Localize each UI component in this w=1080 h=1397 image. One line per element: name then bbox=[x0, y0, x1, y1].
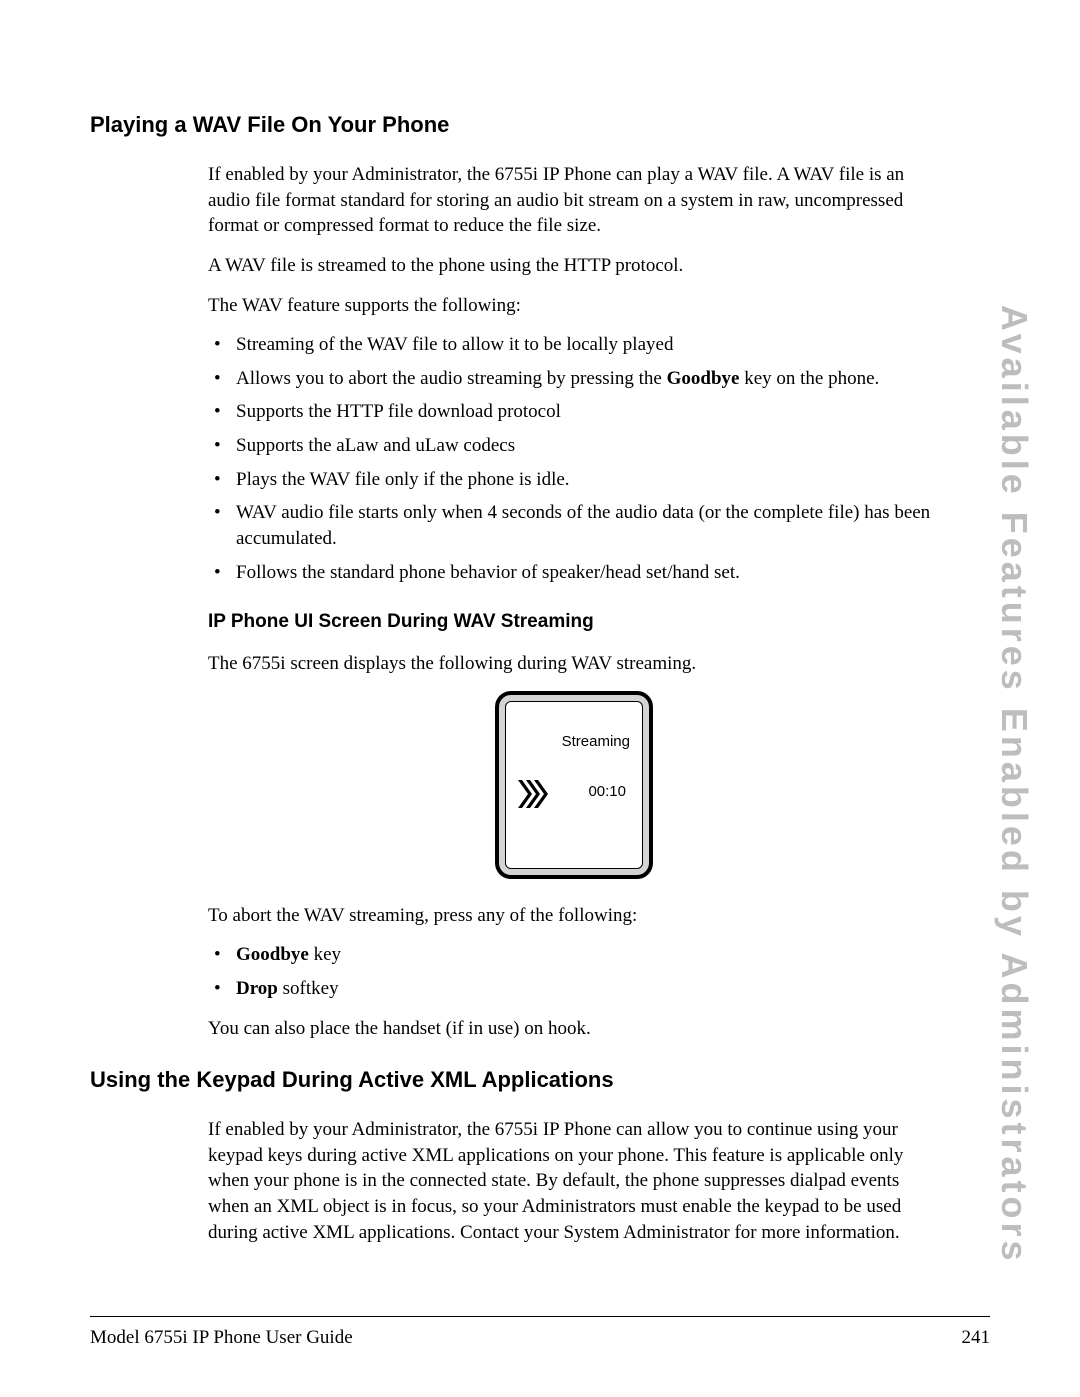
phone-display: Streaming 00:10 bbox=[505, 701, 643, 869]
phone-elapsed-time: 00:10 bbox=[588, 782, 626, 802]
list-text-tail: key bbox=[309, 944, 341, 965]
goodbye-bold: Goodbye bbox=[236, 944, 309, 965]
paragraph: To abort the WAV streaming, press any of… bbox=[208, 903, 940, 929]
list-item: Plays the WAV file only if the phone is … bbox=[208, 467, 940, 493]
paragraph: If enabled by your Administrator, the 67… bbox=[208, 1117, 940, 1245]
footer-rule bbox=[90, 1316, 990, 1317]
section1-body: If enabled by your Administrator, the 67… bbox=[208, 162, 940, 1041]
paragraph: If enabled by your Administrator, the 67… bbox=[208, 162, 940, 239]
list-item: Supports the aLaw and uLaw codecs bbox=[208, 433, 940, 459]
section2-body: If enabled by your Administrator, the 67… bbox=[208, 1117, 940, 1245]
wav-feature-list: Streaming of the WAV file to allow it to… bbox=[208, 332, 940, 585]
abort-list: Goodbye key Drop softkey bbox=[208, 942, 940, 1001]
paragraph: A WAV file is streamed to the phone usin… bbox=[208, 253, 940, 279]
phone-screen-illustration: Streaming 00:10 bbox=[208, 691, 940, 879]
paragraph: You can also place the handset (if in us… bbox=[208, 1016, 940, 1042]
paragraph: The WAV feature supports the following: bbox=[208, 293, 940, 319]
page-footer: Model 6755i IP Phone User Guide 241 bbox=[90, 1327, 990, 1349]
phone-bezel: Streaming 00:10 bbox=[495, 691, 653, 879]
list-text: Allows you to abort the audio streaming … bbox=[236, 368, 667, 389]
list-text-tail: key on the phone. bbox=[739, 368, 879, 389]
heading-keypad-xml: Using the Keypad During Active XML Appli… bbox=[90, 1067, 990, 1093]
side-running-title: Available Features Enabled by Administra… bbox=[993, 305, 1035, 1265]
subheading-ui-screen: IP Phone UI Screen During WAV Streaming bbox=[208, 609, 940, 635]
list-item: Supports the HTTP file download protocol bbox=[208, 399, 940, 425]
footer-guide-title: Model 6755i IP Phone User Guide bbox=[90, 1327, 353, 1349]
paragraph: The 6755i screen displays the following … bbox=[208, 651, 940, 677]
list-item: Drop softkey bbox=[208, 976, 940, 1002]
drop-bold: Drop bbox=[236, 978, 278, 999]
heading-playing-wav: Playing a WAV File On Your Phone bbox=[90, 112, 990, 138]
goodbye-key-bold: Goodbye bbox=[667, 368, 740, 389]
list-text-tail: softkey bbox=[278, 978, 339, 999]
page: Available Features Enabled by Administra… bbox=[0, 0, 1080, 1397]
list-item: WAV audio file starts only when 4 second… bbox=[208, 500, 940, 551]
list-item: Streaming of the WAV file to allow it to… bbox=[208, 332, 940, 358]
footer-page-number: 241 bbox=[962, 1327, 991, 1349]
list-item: Goodbye key bbox=[208, 942, 940, 968]
list-item: Allows you to abort the audio streaming … bbox=[208, 366, 940, 392]
list-item: Follows the standard phone behavior of s… bbox=[208, 560, 940, 586]
phone-streaming-label: Streaming bbox=[562, 732, 630, 752]
streaming-chevrons-icon bbox=[516, 776, 552, 812]
